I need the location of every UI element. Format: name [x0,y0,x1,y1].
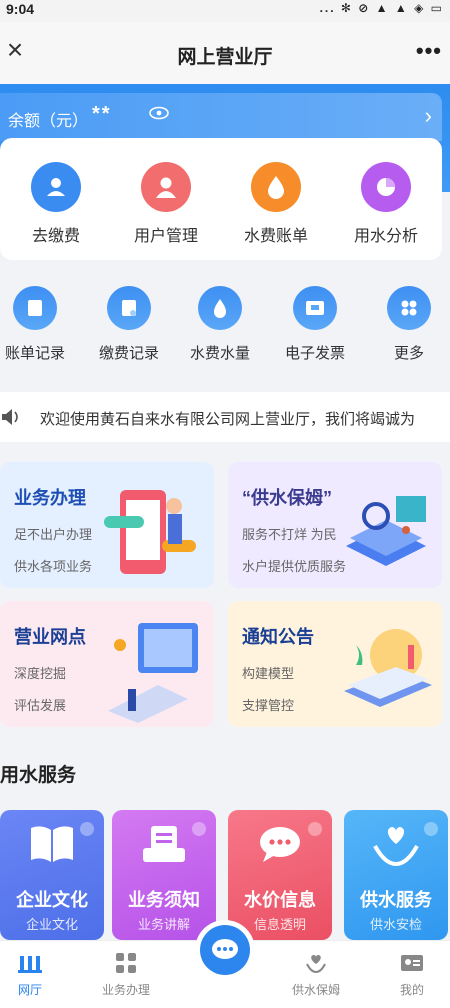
action-water-analysis[interactable]: 用水分析 [336,162,436,246]
service-water-supply-title: 供水服务 [360,890,432,910]
tile-water-nanny[interactable]: “供水保姆” 服务不打烊 为民 水户提供优质服务 [228,462,442,588]
service-business-notice-title: 业务须知 [128,890,200,910]
tab-water-nanny-label: 供水保姆 [291,983,340,997]
phone-illustration [104,490,196,574]
tab-hall[interactable]: 网厅 [0,949,70,998]
more-grid-icon [387,286,431,330]
payment-record-icon [107,286,151,330]
tile-outlets[interactable]: 营业网点 深度挖掘 评估发展 [0,601,214,727]
more-options-icon[interactable]: ••• [416,38,442,64]
chevron-right-icon[interactable]: › [425,103,432,129]
business-icon [86,949,166,977]
payment-icon [31,162,81,212]
status-time: 9:04 [6,1,35,17]
tile-notice-line2: 支撑管控 [242,698,295,713]
tab-water-nanny[interactable]: 供水保姆 [276,949,356,998]
screen-illustration [108,623,198,723]
notice-bar[interactable]: 欢迎使用黄石自来水有限公司网上营业厅，我们将竭诚为 [0,392,450,442]
action-water-volume-label: 水费水量 [189,345,250,362]
section-title-water-services: 用水服务 [0,765,77,786]
action-e-invoice[interactable]: 电子发票 [270,286,360,363]
tile-water-nanny-line2: 水户提供优质服务 [242,559,347,574]
pie-chart-icon [361,162,411,212]
eye-icon[interactable] [148,105,170,126]
service-culture-title: 企业文化 [16,890,88,910]
service-culture[interactable]: 企业文化 企业文化 [0,810,104,940]
main-actions-card: 去缴费 用户管理 水费账单 用水分析 [0,138,442,260]
profile-card-icon [372,949,450,977]
tab-mine[interactable]: 我的 [372,949,450,998]
action-user-management[interactable]: 用户管理 [116,162,216,246]
action-bill-record[interactable]: 账单记录 [0,286,80,363]
invoice-icon [293,286,337,330]
service-water-price[interactable]: 水价信息 信息透明 [228,810,332,940]
chat-icon [200,925,250,975]
tile-notice-line1: 构建模型 [242,666,295,681]
document-icon [112,822,216,866]
water-drop-icon [198,286,242,330]
balance-label: 余额（元） [8,113,89,130]
tile-outlets-line2: 评估发展 [14,698,67,713]
tile-notice-title: 通知公告 [242,627,314,647]
page-title: 网上营业厅 [177,47,273,68]
balance-card[interactable]: 余额（元） ** › [0,93,442,141]
service-business-notice[interactable]: 业务须知 业务讲解 [112,810,216,940]
service-water-price-title: 水价信息 [244,890,316,910]
tile-outlets-line1: 深度挖掘 [14,666,67,681]
bill-record-icon [13,286,57,330]
tab-business-label: 业务办理 [101,983,150,997]
speaker-icon [0,406,20,433]
book-illustration [344,629,432,707]
action-payment-record[interactable]: 缴费记录 [84,286,174,363]
service-water-supply-subtitle: 供水安检 [369,917,422,932]
action-user-management-label: 用户管理 [133,228,198,245]
tile-water-nanny-title: “供水保姆” [242,488,332,508]
tile-notice[interactable]: 通知公告 构建模型 支撑管控 [228,601,442,727]
action-more[interactable]: 更多 [364,286,450,363]
tile-business-line1: 足不出户办理 [14,527,93,542]
heart-hand-icon [344,822,448,866]
action-water-analysis-label: 用水分析 [353,228,418,245]
action-bill-record-label: 账单记录 [4,345,65,362]
chat-bubble-icon [228,822,332,866]
action-water-bill[interactable]: 水费账单 [226,162,326,246]
service-culture-subtitle: 企业文化 [25,917,78,932]
notice-text: 欢迎使用黄石自来水有限公司网上营业厅，我们将竭诚为 [40,411,416,428]
balance-value: ** [92,103,112,125]
nav-bar: × 网上营业厅 ••• [0,22,450,84]
home-hall-icon [0,949,70,977]
tab-hall-label: 网厅 [17,983,42,997]
action-water-volume[interactable]: 水费水量 [175,286,265,363]
tile-outlets-title: 营业网点 [14,627,86,647]
water-bill-icon [251,162,301,212]
action-e-invoice-label: 电子发票 [284,345,345,362]
service-water-supply[interactable]: 供水服务 供水安检 [344,810,448,940]
status-bar: 9:04 ... ✻ ⊘ ▲ ▲ ◈ ▭ [0,0,450,22]
tile-business[interactable]: 业务办理 足不出户办理 供水各项业务 [0,462,214,588]
book-icon [0,822,104,866]
action-water-bill-label: 水费账单 [243,228,308,245]
center-chat-button[interactable] [195,920,255,980]
tab-business[interactable]: 业务办理 [86,949,166,998]
tab-mine-label: 我的 [399,983,424,997]
service-business-notice-subtitle: 业务讲解 [137,917,190,932]
heart-hand-icon [276,949,356,977]
tile-water-nanny-line1: 服务不打烊 为民 [242,527,337,542]
action-payment-record-label: 缴费记录 [98,345,159,362]
tile-business-title: 业务办理 [14,488,86,508]
action-pay-label: 去缴费 [31,228,80,245]
tile-business-line2: 供水各项业务 [14,559,93,574]
user-icon [141,162,191,212]
status-icons: ... ✻ ⊘ ▲ ▲ ◈ ▭ [319,1,444,15]
action-more-label: 更多 [393,345,424,362]
secondary-actions: 账单记录 缴费记录 水费水量 电子发票 更多 [0,276,450,376]
magnifier-illustration [346,496,426,566]
action-pay[interactable]: 去缴费 [6,162,106,246]
